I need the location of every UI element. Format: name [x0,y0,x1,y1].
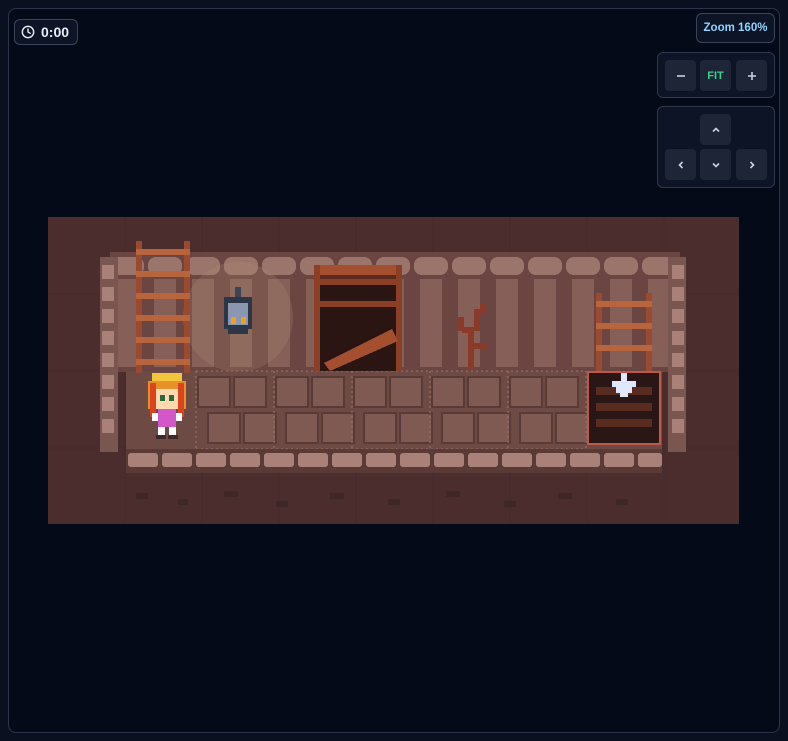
game-viewport[interactable] [48,217,739,524]
pan-down-button[interactable] [700,149,731,180]
pan-up-button[interactable] [700,114,731,145]
clock-icon [21,25,35,39]
chevron-up-icon [711,126,720,132]
plus-icon [747,71,756,80]
zoom-level-badge: Zoom 160% [696,13,775,43]
chevron-right-icon [749,160,755,169]
chevron-left-icon [677,160,683,169]
zoom-controls: FIT [657,52,775,98]
pan-controls [657,106,775,188]
chevron-down-icon [711,162,720,168]
pan-left-button[interactable] [665,149,696,180]
goal-tile[interactable] [587,371,661,445]
pan-right-button[interactable] [736,149,767,180]
level-map [48,217,739,524]
minus-icon [676,74,685,77]
floor [126,370,662,450]
zoom-level-label: Zoom 160% [703,22,768,34]
fit-label: FIT [707,69,724,82]
zoom-out-button[interactable] [665,60,696,91]
timer-display: 0:00 [14,19,79,45]
zoom-in-button[interactable] [736,60,767,91]
boarded-doorway [314,265,402,371]
fit-button[interactable]: FIT [700,60,731,91]
timer-value: 0:00 [41,24,70,40]
